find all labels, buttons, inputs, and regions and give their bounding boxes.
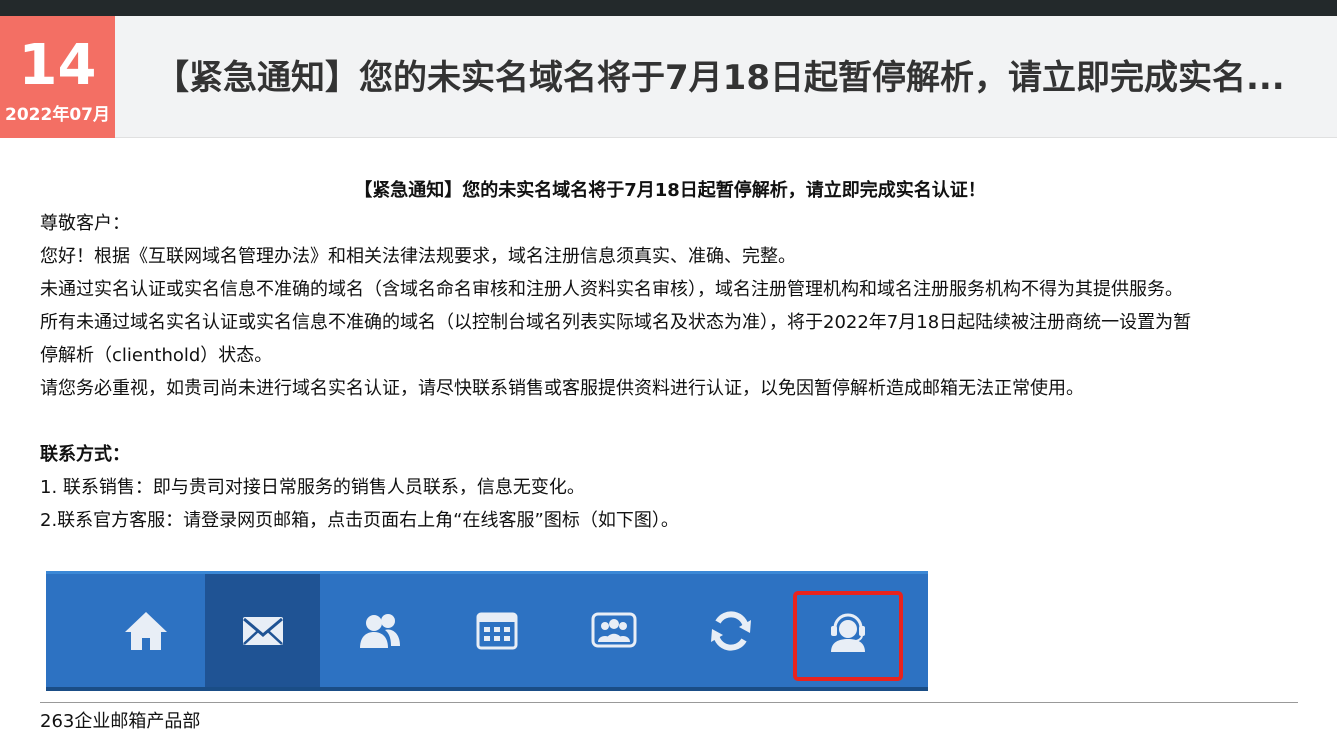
paragraph-1: 您好！根据《互联网域名管理办法》和相关法律法规要求，域名注册信息须真实、准确、完… bbox=[40, 246, 796, 267]
mail-icon bbox=[205, 574, 320, 687]
article-body: 【紧急通知】您的未实名域名将于7月18日起暂停解析，请立即完成实名认证！ 尊敬客… bbox=[40, 174, 1300, 537]
date-badge: 14 2022年07月 bbox=[0, 16, 115, 138]
contact-item-1: 1. 联系销售：即与贵司对接日常服务的销售人员联系，信息无变化。 bbox=[40, 477, 585, 498]
contact-item-2: 2.联系官方客服：请登录网页邮箱，点击页面右上角“在线客服”图标（如下图）。 bbox=[40, 510, 679, 531]
calendar-icon bbox=[439, 574, 554, 687]
page-title: 【紧急通知】您的未实名域名将于7月18日起暂停解析，请立即完成实名... bbox=[155, 58, 1285, 98]
post-header: 14 2022年07月 【紧急通知】您的未实名域名将于7月18日起暂停解析，请立… bbox=[0, 16, 1337, 138]
date-year-month: 2022年07月 bbox=[5, 105, 110, 125]
paragraph-3b: 停解析（clienthold）状态。 bbox=[40, 345, 273, 366]
sync-icon bbox=[673, 574, 788, 687]
customer-service-highlight bbox=[793, 591, 903, 681]
paragraph-2: 未通过实名认证或实名信息不准确的域名（含域名命名审核和注册人资料实名审核），域名… bbox=[40, 279, 1183, 300]
top-bar bbox=[0, 0, 1337, 16]
signature: 263企业邮箱产品部 bbox=[40, 711, 201, 732]
date-day: 14 bbox=[18, 33, 97, 98]
mail-toolbar-screenshot bbox=[46, 571, 928, 691]
contact-heading: 联系方式： bbox=[40, 444, 130, 465]
greeting: 尊敬客户： bbox=[40, 213, 130, 234]
article-title: 【紧急通知】您的未实名域名将于7月18日起暂停解析，请立即完成实名认证！ bbox=[354, 180, 986, 201]
contacts-icon bbox=[322, 574, 437, 687]
meeting-icon bbox=[556, 574, 671, 687]
divider bbox=[40, 702, 1298, 703]
paragraph-3a: 所有未通过域名实名认证或实名信息不准确的域名（以控制台域名列表实际域名及状态为准… bbox=[40, 312, 1192, 333]
home-icon bbox=[88, 574, 203, 687]
paragraph-4: 请您务必重视，如贵司尚未进行域名实名认证，请尽快联系销售或客服提供资料进行认证，… bbox=[40, 378, 1084, 399]
